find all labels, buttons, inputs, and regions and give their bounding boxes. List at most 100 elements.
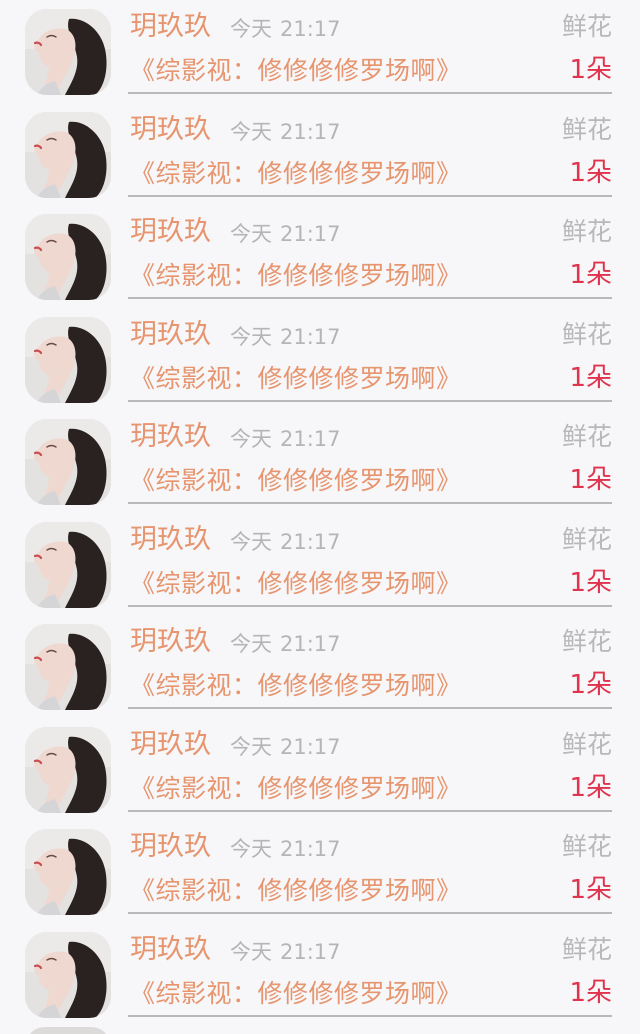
book-title-link[interactable]: 《综影视：修修修修罗场啊》 <box>130 874 462 908</box>
book-title-link[interactable]: 《综影视：修修修修罗场啊》 <box>130 54 462 88</box>
gift-type-label: 鲜花 <box>561 422 612 451</box>
gift-count: 1朵 <box>569 772 612 803</box>
avatar[interactable] <box>25 111 111 198</box>
partial-list-item <box>0 1027 640 1034</box>
row-divider <box>128 707 612 709</box>
gift-record-list: 玥玖玖 今天 21:17 鲜花 《综影视：修修修修罗场啊》 1朵 玥玖玖 今天 21… <box>0 0 640 1034</box>
timestamp: 今天 21:17 <box>230 629 341 659</box>
gift-type-label: 鲜花 <box>561 12 612 41</box>
row-divider <box>128 297 612 299</box>
timestamp-time: 21:17 <box>280 939 341 964</box>
sender-name[interactable]: 玥玖玖 <box>130 10 211 44</box>
timestamp-day: 今天 <box>230 529 272 554</box>
timestamp-day: 今天 <box>230 17 272 41</box>
book-title-link[interactable]: 《综影视：修修修修罗场啊》 <box>130 464 462 498</box>
timestamp: 今天 21:17 <box>230 937 341 967</box>
timestamp-time: 21:17 <box>280 529 341 554</box>
timestamp-day: 今天 <box>230 837 272 861</box>
avatar[interactable] <box>25 316 111 403</box>
gift-type-label: 鲜花 <box>561 217 612 246</box>
gift-type-label: 鲜花 <box>561 319 612 349</box>
timestamp-day: 今天 <box>230 632 272 656</box>
row-divider <box>128 604 612 607</box>
sender-name[interactable]: 玥玖玖 <box>130 728 211 762</box>
avatar[interactable] <box>25 829 111 915</box>
gift-count: 1朵 <box>569 157 612 188</box>
timestamp-day: 今天 <box>230 222 272 246</box>
sender-name[interactable]: 玥玖玖 <box>130 215 211 249</box>
row-divider <box>128 912 612 914</box>
gift-count: 1朵 <box>569 567 612 598</box>
avatar[interactable] <box>25 521 111 608</box>
sender-name[interactable]: 玥玖玖 <box>130 420 211 454</box>
timestamp-time: 21:17 <box>280 632 341 656</box>
gift-count: 1朵 <box>569 977 612 1008</box>
timestamp: 今天 21:17 <box>230 424 341 454</box>
gift-count: 1朵 <box>569 670 612 700</box>
row-divider <box>128 502 612 504</box>
timestamp-time: 21:17 <box>280 324 341 349</box>
timestamp-day: 今天 <box>230 427 272 451</box>
book-title-link[interactable]: 《综影视：修修修修罗场啊》 <box>130 157 462 191</box>
book-title-link[interactable]: 《综影视：修修修修罗场啊》 <box>130 567 462 601</box>
sender-name[interactable]: 玥玖玖 <box>130 523 211 557</box>
timestamp-day: 今天 <box>230 119 272 144</box>
list-item[interactable]: 玥玖玖 今天 21:17 鲜花 《综影视：修修修修罗场啊》 1朵 <box>0 513 640 616</box>
sender-name[interactable]: 玥玖玖 <box>130 933 211 967</box>
list-item[interactable]: 玥玖玖 今天 21:17 鲜花 《综影视：修修修修罗场啊》 1朵 <box>0 615 640 718</box>
timestamp-day: 今天 <box>230 324 272 349</box>
book-title-link[interactable]: 《综影视：修修修修罗场啊》 <box>130 772 462 806</box>
timestamp-time: 21:17 <box>280 734 341 759</box>
gift-count: 1朵 <box>569 55 612 85</box>
timestamp: 今天 21:17 <box>230 834 341 864</box>
list-item[interactable]: 玥玖玖 今天 21:17 鲜花 《综影视：修修修修罗场啊》 1朵 <box>0 820 640 923</box>
book-title-link[interactable]: 《综影视：修修修修罗场啊》 <box>130 977 462 1011</box>
timestamp: 今天 21:17 <box>230 732 341 762</box>
row-divider <box>128 809 612 812</box>
row-divider <box>128 399 612 402</box>
timestamp-day: 今天 <box>230 939 272 964</box>
sender-name[interactable]: 玥玖玖 <box>130 318 211 352</box>
timestamp: 今天 21:17 <box>230 14 341 44</box>
sender-name[interactable]: 玥玖玖 <box>130 113 211 147</box>
avatar[interactable] <box>25 214 111 300</box>
gift-type-label: 鲜花 <box>561 524 612 554</box>
timestamp: 今天 21:17 <box>230 117 341 147</box>
avatar[interactable] <box>25 624 111 710</box>
avatar[interactable] <box>25 9 111 95</box>
gift-type-label: 鲜花 <box>561 729 612 759</box>
gift-count: 1朵 <box>569 260 612 290</box>
timestamp-day: 今天 <box>230 734 272 759</box>
list-item[interactable]: 玥玖玖 今天 21:17 鲜花 《综影视：修修修修罗场啊》 1朵 <box>0 205 640 308</box>
gift-type-label: 鲜花 <box>561 832 612 861</box>
gift-type-label: 鲜花 <box>561 934 612 964</box>
sender-name[interactable]: 玥玖玖 <box>130 830 211 864</box>
gift-type-label: 鲜花 <box>561 114 612 144</box>
timestamp-time: 21:17 <box>280 427 341 451</box>
list-item[interactable]: 玥玖玖 今天 21:17 鲜花 《综影视：修修修修罗场啊》 1朵 <box>0 718 640 821</box>
list-item[interactable]: 玥玖玖 今天 21:17 鲜花 《综影视：修修修修罗场啊》 1朵 <box>0 0 640 103</box>
sender-name[interactable]: 玥玖玖 <box>130 625 211 659</box>
list-item[interactable]: 玥玖玖 今天 21:17 鲜花 《综影视：修修修修罗场啊》 1朵 <box>0 103 640 206</box>
timestamp: 今天 21:17 <box>230 527 341 557</box>
row-divider <box>128 194 612 197</box>
book-title-link[interactable]: 《综影视：修修修修罗场啊》 <box>130 259 462 293</box>
book-title-link[interactable]: 《综影视：修修修修罗场啊》 <box>130 669 462 703</box>
book-title-link[interactable]: 《综影视：修修修修罗场啊》 <box>130 362 462 396</box>
gift-type-label: 鲜花 <box>561 627 612 656</box>
list-item[interactable]: 玥玖玖 今天 21:17 鲜花 《综影视：修修修修罗场啊》 1朵 <box>0 923 640 1026</box>
timestamp-time: 21:17 <box>280 17 341 41</box>
avatar[interactable] <box>25 726 111 813</box>
avatar[interactable] <box>25 419 111 505</box>
timestamp-time: 21:17 <box>280 222 341 246</box>
gift-count: 1朵 <box>569 362 612 393</box>
timestamp-time: 21:17 <box>280 119 341 144</box>
list-item[interactable]: 玥玖玖 今天 21:17 鲜花 《综影视：修修修修罗场啊》 1朵 <box>0 308 640 411</box>
gift-count: 1朵 <box>569 465 612 495</box>
avatar-partial <box>25 1027 111 1034</box>
timestamp: 今天 21:17 <box>230 322 341 352</box>
avatar[interactable] <box>25 931 111 1018</box>
gift-count: 1朵 <box>569 875 612 905</box>
list-item[interactable]: 玥玖玖 今天 21:17 鲜花 《综影视：修修修修罗场啊》 1朵 <box>0 410 640 513</box>
timestamp: 今天 21:17 <box>230 219 341 249</box>
